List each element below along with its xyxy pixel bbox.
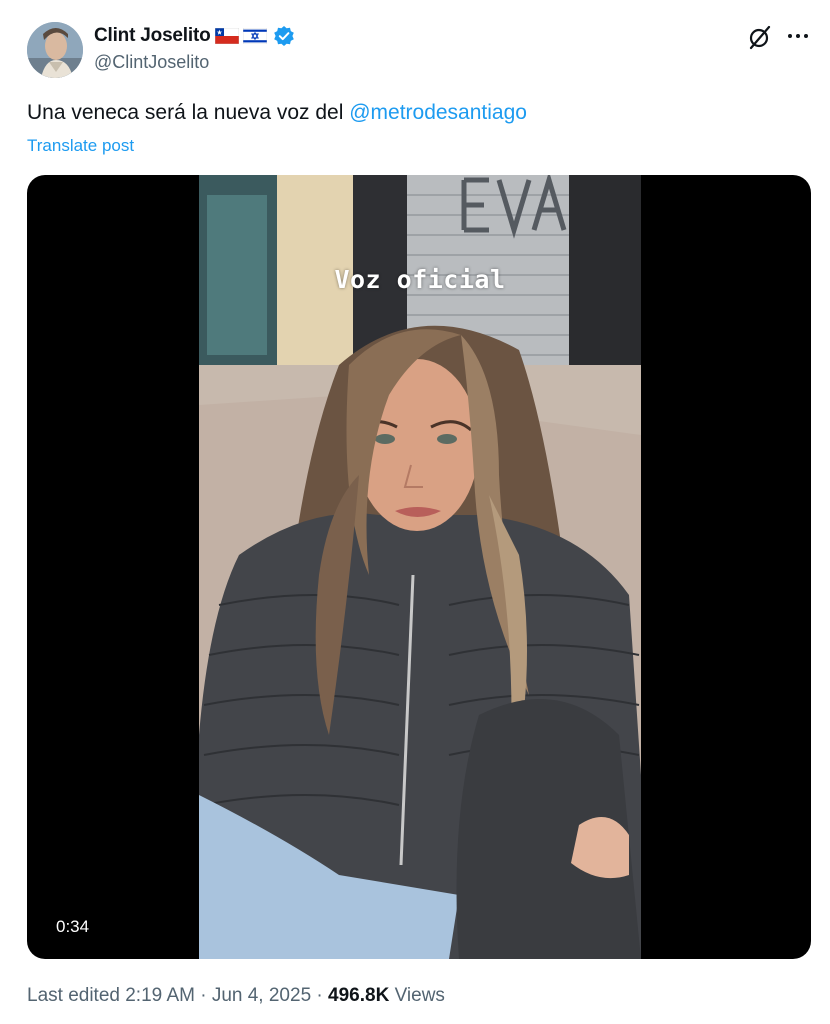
mention-link[interactable]: @metrodesantiago bbox=[349, 101, 527, 124]
views-label: Views bbox=[389, 985, 445, 1006]
post-meta: Last edited 2:19 AM · Jun 4, 2025 · 496.… bbox=[27, 985, 445, 1007]
author-display-name[interactable]: Clint Joselito bbox=[94, 25, 211, 47]
author-name-row[interactable]: Clint Joselito bbox=[94, 24, 295, 48]
views-count[interactable]: 496.8K bbox=[328, 985, 389, 1006]
translate-post-link[interactable]: Translate post bbox=[27, 136, 134, 156]
grok-slash-icon[interactable] bbox=[746, 23, 774, 51]
edited-timestamp[interactable]: Last edited 2:19 AM · Jun 4, 2025 · bbox=[27, 985, 328, 1006]
video-frame[interactable]: Voz oficial bbox=[199, 175, 641, 959]
author-handle[interactable]: @ClintJoselito bbox=[94, 52, 209, 73]
tweet-text-body: Una veneca será la nueva voz del bbox=[27, 101, 350, 124]
chile-flag-icon bbox=[214, 27, 239, 45]
israel-flag-icon bbox=[242, 27, 267, 45]
video-player[interactable]: Voz oficial 0:34 bbox=[27, 175, 811, 959]
verified-badge-icon[interactable] bbox=[273, 25, 295, 47]
avatar[interactable] bbox=[27, 22, 83, 78]
avatar-image bbox=[27, 22, 83, 78]
more-dots-icon[interactable] bbox=[786, 24, 810, 48]
tweet-text: Una veneca será la nueva voz del @metrod… bbox=[27, 99, 527, 127]
video-duration: 0:34 bbox=[56, 917, 90, 936]
video-caption-overlay: Voz oficial bbox=[334, 265, 506, 294]
